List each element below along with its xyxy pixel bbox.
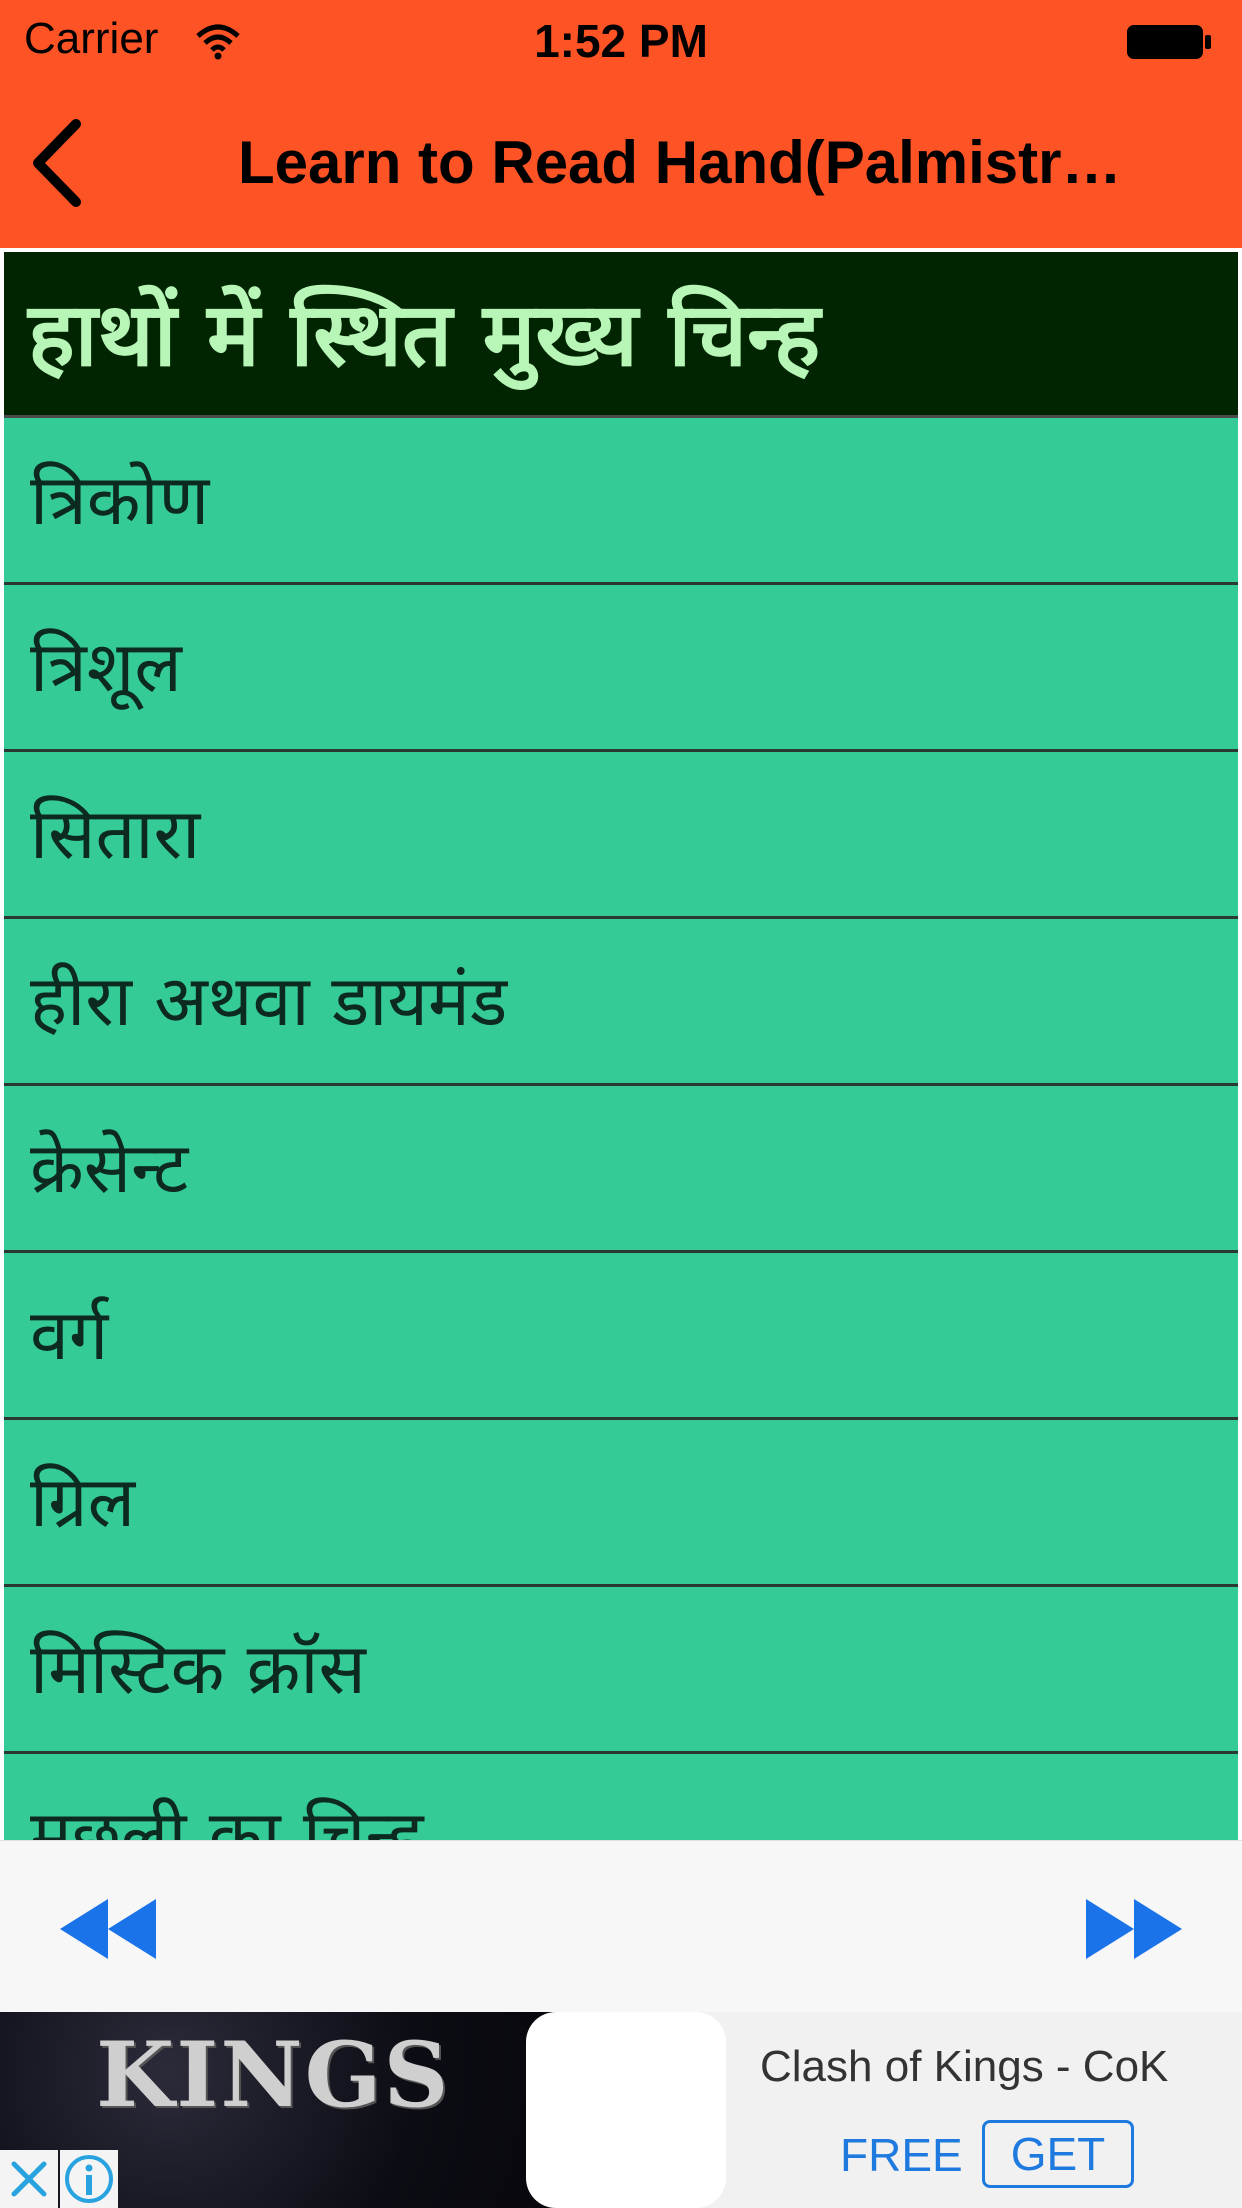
status-bar: Carrier 1:52 PM xyxy=(0,0,1242,84)
list-item[interactable]: त्रिकोण xyxy=(4,418,1238,585)
list-header: हाथों में स्थित मुख्य चिन्ह xyxy=(4,252,1238,418)
battery-icon xyxy=(1127,25,1211,59)
ad-price: FREE xyxy=(840,2129,963,2181)
fast-forward-icon[interactable] xyxy=(1086,1899,1182,1959)
back-chevron-icon[interactable] xyxy=(28,118,88,208)
list-item[interactable]: त्रिशूल xyxy=(4,585,1238,752)
info-icon[interactable] xyxy=(60,2150,118,2208)
list-item[interactable]: हीरा अथवा डायमंड xyxy=(4,919,1238,1086)
page-title: Learn to Read Hand(Palmistr… xyxy=(238,129,1122,196)
list-item[interactable]: वर्ग xyxy=(4,1253,1238,1420)
list-item[interactable]: ग्रिल xyxy=(4,1420,1238,1587)
topics-list[interactable]: हाथों में स्थित मुख्य चिन्ह त्रिकोण त्रि… xyxy=(4,252,1238,1840)
ad-get-button[interactable]: GET xyxy=(982,2120,1134,2188)
list-item[interactable]: सितारा xyxy=(4,752,1238,919)
rewind-icon[interactable] xyxy=(60,1899,156,1959)
clock: 1:52 PM xyxy=(534,15,708,67)
ad-title: Clash of Kings - CoK xyxy=(760,2042,1169,2091)
navigation-bar: Carrier 1:52 PM Learn to Read Hand(Palmi… xyxy=(0,0,1242,248)
list-item[interactable]: क्रेसेन्ट xyxy=(4,1086,1238,1253)
ad-app-icon[interactable] xyxy=(526,2012,726,2208)
list-item[interactable]: मछली का चिन्ह xyxy=(4,1754,1238,1840)
bottom-toolbar xyxy=(0,1840,1242,2013)
close-icon[interactable] xyxy=(0,2150,58,2208)
ad-banner[interactable]: KINGS Clash of Kings - CoK FREE GET xyxy=(0,2012,1242,2208)
list-item[interactable]: मिस्टिक क्रॉस xyxy=(4,1587,1238,1754)
ad-image-text: KINGS xyxy=(96,2022,451,2128)
